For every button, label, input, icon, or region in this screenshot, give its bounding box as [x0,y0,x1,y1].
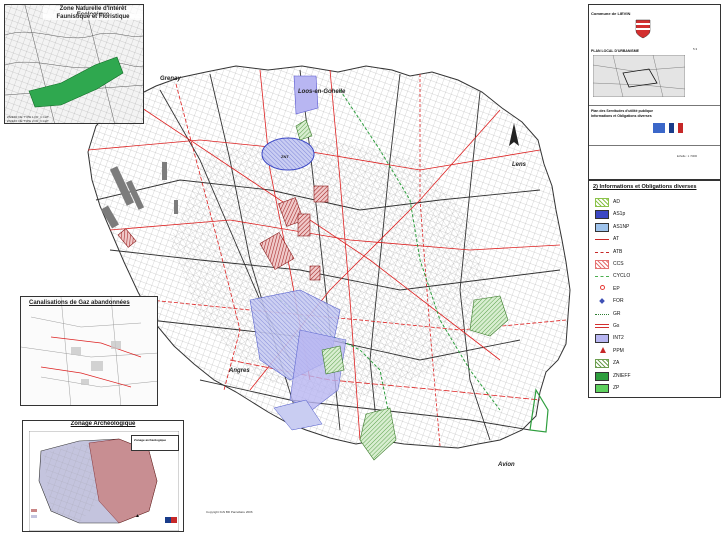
cartouche-plu: PLAN LOCAL D'URBANISME [591,49,640,53]
legend-code: ATB [613,248,623,255]
flag-icon-red [171,517,177,523]
place-label-lens: Lens [512,162,527,168]
legend-swatch-icon [595,248,609,253]
legend-code: CYCLO [613,273,631,280]
legend-swatch-icon [595,260,609,269]
znieff-title-line2: Faunistique et Floristique [43,14,143,20]
cartouche-piece: 5.3 [693,47,698,51]
place-label-grenay: Grenay [160,76,181,82]
zonage-legend-box: Zonage archéologique [131,435,179,451]
legend-code: PPM [613,347,624,354]
legend-code: AD [613,199,620,205]
legend-row-atb: ATB [589,247,725,259]
legend-swatch-icon [600,346,606,353]
place-label-loos: Loos-en-Gohelle [298,89,346,95]
gas-inset-map [21,297,157,405]
legend-swatch-icon [595,198,609,207]
zonage-inset-title: Zonage Archéologique [70,421,136,427]
legend-code: INT2 [613,335,624,342]
znieff-inset-map [5,5,143,123]
legend-swatch-icon [600,284,605,290]
gas-inset-title: Canalisations de Gaz abandonnées [29,300,130,306]
legend-row-as1p: AS1p [589,209,725,221]
cartouche-scale: Echelle : 1 / 5000 [677,155,698,158]
legend-title: 2) Informations et Obligations diverses [593,184,697,190]
legend-swatch-icon [595,235,609,241]
legend-code: ZA [613,360,620,367]
north-arrow-icon [509,123,519,146]
copyright: Copyright IGN BD Parcellaire 2006 [206,510,253,514]
north-arrow-small-icon: ▲ [135,513,140,519]
legend-code: FOR [613,298,624,305]
place-label-avion: Avion [498,462,515,468]
legend-code: ZP [613,385,620,391]
legend: 2) Informations et Obligations diverses … [588,180,721,398]
legend-code: AS1p [613,211,626,218]
place-label-angres: Angres [229,368,250,374]
znt-label: ZNT [281,154,289,159]
legend-row-at: AT [589,234,725,246]
zonage-legend-title: Zonage archéologique [134,438,167,442]
legend-swatch-icon [595,384,609,393]
legend-swatch-icon [595,334,609,344]
legend-swatch-icon [595,359,609,369]
legend-swatch-icon [595,310,609,315]
cartouche-plan-title-line1: Plan des Servitudes d'utilité publique [591,109,654,113]
french-flag-icon [669,123,683,133]
legend-row-for: FOR [589,296,725,308]
inset-gas[interactable]: Canalisations de Gaz abandonnées [20,296,158,406]
znieff-note-line2: ZNIEFF DE TYPE 2 FR_1 CHT [7,119,49,123]
legend-row-za: ZA [589,358,725,370]
legend-swatch-icon [599,298,605,305]
cartouche-divider [589,105,720,106]
legend-swatch-icon [595,272,609,278]
logo-icon [653,123,665,133]
legend-code: Gs [613,323,620,329]
legend-rows: AD AS1p AS1NP AT ATB CCS CYCLO EP FOR GR Gs INT2 PPM… [589,197,722,397]
legend-row-gr: GR [589,309,725,321]
legend-row-cyclo: CYCLO [589,271,725,283]
legend-swatch-icon [595,371,609,381]
legend-swatch-icon [595,210,609,220]
legend-row-int2: INT2 [589,333,725,345]
legend-row-ccs: CCS [589,259,725,271]
legend-code: AS1NP [613,223,630,230]
legend-code: EP [613,285,620,292]
cartouche-commune: Commune de LIEVIN [591,11,631,16]
inset-zonage[interactable]: Zonage Archéologique Zonage archéologiqu… [22,420,184,532]
legend-row-ad: AD [589,197,725,209]
legend-swatch-icon [595,324,609,328]
legend-row-zp: ZP [589,383,725,395]
inset-znieff[interactable]: Zone Naturelle d'Intérêt Ecologique Faun… [4,4,144,124]
legend-row-ppm: PPM [589,346,725,358]
legend-row-as1np: AS1NP [589,222,725,234]
coat-of-arms-icon [635,19,651,39]
legend-code: CCS [613,261,624,267]
legend-code: AT [613,236,620,243]
cartouche: Commune de LIEVIN PLAN LOCAL D'URBANISME… [588,4,721,180]
legend-code: ZNIEFF [613,372,631,379]
legend-row-znieff: ZNIEFF [589,371,725,383]
cartouche-divider [589,145,720,146]
cartouche-plan-title-line2: Informations et Obligations diverses [591,114,652,118]
legend-code: GR [613,310,621,317]
legend-row-gs: Gs [589,321,725,333]
legend-row-ep: EP [589,284,725,296]
cartouche-location-map [593,55,685,97]
legend-swatch-icon [595,222,609,232]
